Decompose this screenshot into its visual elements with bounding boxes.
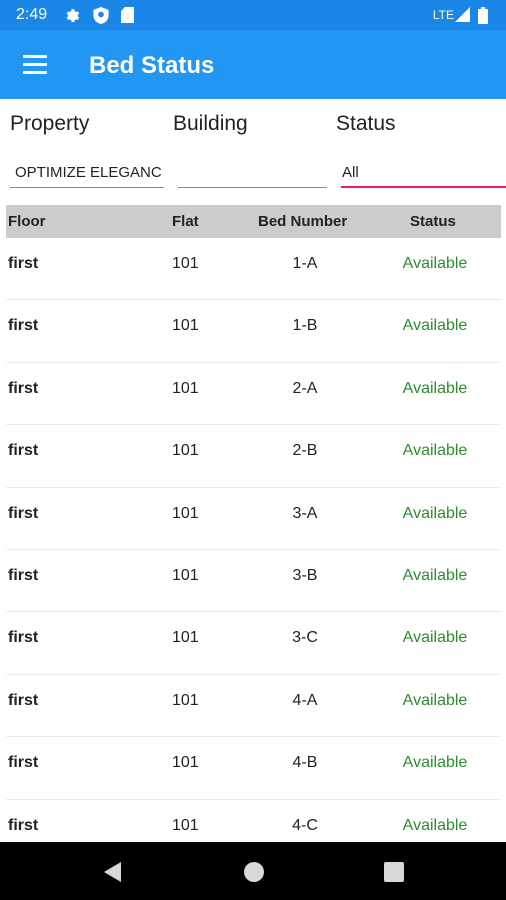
app-bar: Bed Status [0, 30, 506, 99]
gear-icon [64, 7, 81, 29]
status-cell: Available [402, 442, 468, 460]
column-header-flat: Flat [172, 213, 199, 230]
property-picker[interactable]: OPTIMIZE ELEGANC [10, 156, 164, 188]
back-icon[interactable] [101, 860, 125, 884]
flat-cell: 101 [172, 629, 199, 647]
table-row[interactable]: first 101 1-A Available [6, 238, 501, 301]
flat-cell: 101 [172, 379, 199, 397]
navigation-bar [0, 842, 506, 900]
building-picker[interactable] [178, 156, 327, 188]
network-type: LTE [432, 8, 454, 22]
bed-number-cell: 3-A [292, 504, 318, 522]
status-time: 2:49 [16, 6, 48, 23]
table-row[interactable]: first 101 1-B Available [6, 300, 501, 363]
building-label: Building [173, 112, 248, 135]
floor-cell: first [8, 567, 39, 584]
property-label: Property [10, 112, 90, 135]
floor-cell: first [8, 442, 39, 460]
status-bar: 2:49 LTE [0, 0, 506, 30]
floor-cell: first [8, 691, 39, 709]
shield-icon [93, 7, 109, 29]
status-cell: Available [402, 691, 468, 709]
status-cell: Available [402, 754, 468, 772]
bed-number-cell: 4-B [292, 754, 318, 772]
table-header: Floor Flat Bed Number Status [6, 205, 501, 238]
table-row[interactable]: first 101 3-A Available [6, 488, 501, 550]
flat-cell: 101 [172, 691, 199, 709]
table-row[interactable]: first 101 2-B Available [6, 425, 501, 488]
filter-labels: Property Building Status [0, 112, 506, 140]
flat-cell: 101 [172, 567, 199, 584]
column-header-status: Status [410, 213, 456, 230]
flat-cell: 101 [172, 255, 199, 272]
status-cell: Available [402, 255, 468, 272]
bed-number-cell: 3-B [292, 567, 318, 584]
signal-icon [455, 7, 470, 27]
status-cell: Available [402, 504, 468, 522]
flat-cell: 101 [172, 317, 199, 335]
floor-cell: first [8, 816, 39, 834]
column-header-bed-number: Bed Number [258, 213, 348, 230]
status-cell: Available [402, 629, 468, 647]
table-row[interactable]: first 101 2-A Available [6, 363, 501, 426]
menu-button[interactable] [14, 47, 56, 83]
bed-number-cell: 2-A [292, 379, 318, 397]
table-row[interactable]: first 101 4-C Available [6, 800, 501, 842]
table-row[interactable]: first 101 3-B Available [6, 550, 501, 613]
status-cell: Available [402, 567, 468, 584]
status-cell: Available [402, 379, 468, 397]
column-header-floor: Floor [8, 213, 46, 230]
floor-cell: first [8, 504, 39, 522]
bed-number-cell: 3-C [292, 629, 318, 647]
hamburger-menu-icon [23, 55, 47, 58]
battery-icon [478, 7, 488, 29]
status-cell: Available [402, 317, 468, 335]
flat-cell: 101 [172, 504, 199, 522]
flat-cell: 101 [172, 816, 199, 834]
bed-number-cell: 4-C [292, 816, 318, 834]
bed-status-list[interactable]: first 101 1-A Available first 101 1-B Av… [6, 238, 501, 842]
sim-card-icon [121, 7, 134, 28]
table-row[interactable]: first 101 4-A Available [6, 675, 501, 738]
recents-icon[interactable] [382, 860, 406, 884]
floor-cell: first [8, 379, 39, 397]
floor-cell: first [8, 255, 39, 272]
home-icon[interactable] [242, 860, 266, 884]
status-cell: Available [402, 816, 468, 834]
bed-number-cell: 4-A [292, 691, 318, 709]
floor-cell: first [8, 754, 39, 772]
status-label: Status [336, 112, 396, 135]
table-row[interactable]: first 101 4-B Available [6, 737, 501, 800]
bed-number-cell: 2-B [292, 442, 318, 460]
bed-number-cell: 1-B [292, 317, 318, 335]
flat-cell: 101 [172, 754, 199, 772]
status-picker[interactable]: All [341, 156, 506, 188]
floor-cell: first [8, 317, 39, 335]
bed-number-cell: 1-A [292, 255, 318, 272]
flat-cell: 101 [172, 442, 199, 460]
table-row[interactable]: first 101 3-C Available [6, 612, 501, 675]
page-title: Bed Status [89, 52, 215, 79]
floor-cell: first [8, 629, 39, 647]
